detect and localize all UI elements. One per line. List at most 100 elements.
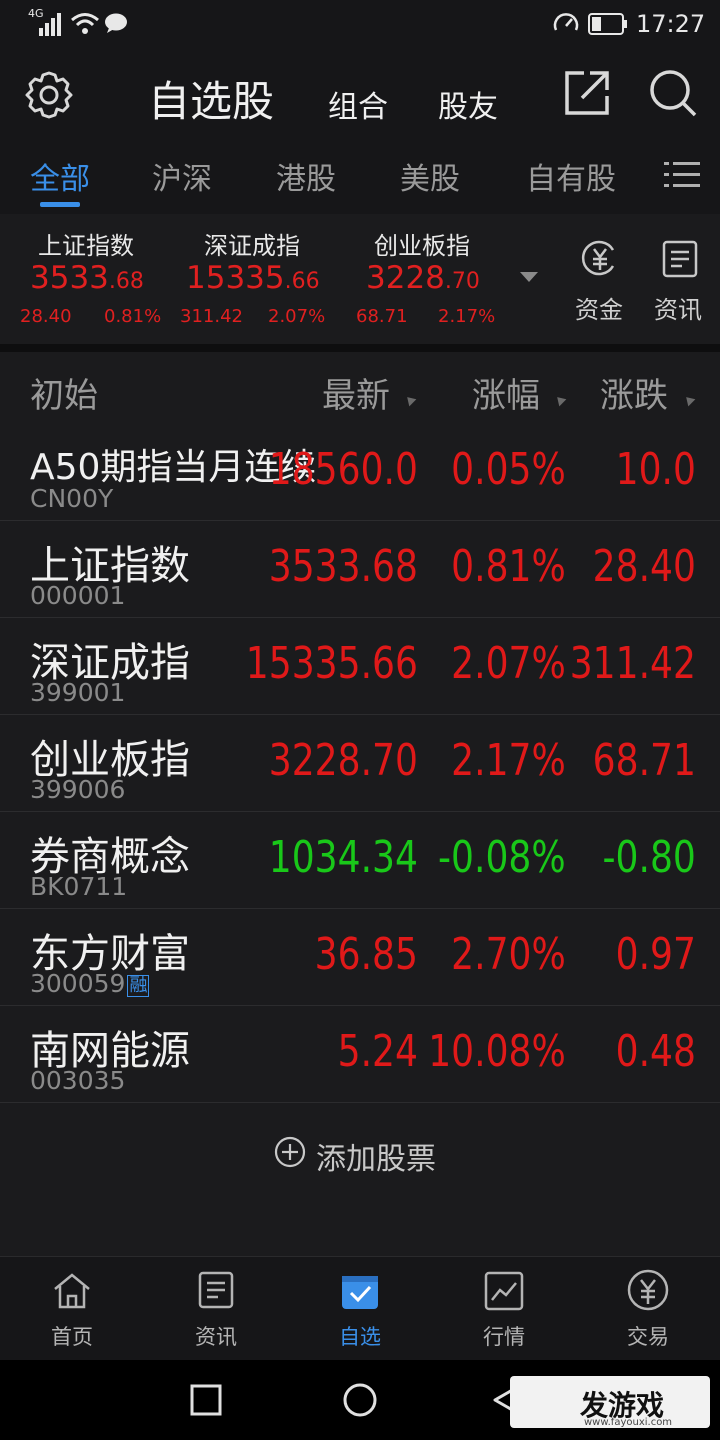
index-value: 15335.66 [186, 260, 320, 296]
sort-change-pct[interactable]: 涨幅 [472, 368, 540, 417]
stock-code: 300059 融 [30, 969, 150, 998]
change-percent: 2.70% [451, 929, 566, 980]
nav-trade[interactable]: 交易 [576, 1257, 720, 1361]
sort-triangle-icon [553, 393, 567, 407]
index-name: 上证指数 [38, 232, 134, 260]
app-header: 自选股 组合 股友 [0, 48, 720, 144]
change-amount: 10.0 [615, 444, 696, 495]
sort-latest[interactable]: 最新 [322, 368, 390, 417]
table-row[interactable]: 东方财富 300059 融 36.85 2.70% 0.97 [0, 909, 720, 1006]
home-icon [52, 1271, 92, 1311]
funds-button[interactable]: 资金 [575, 290, 623, 325]
table-row[interactable]: 上证指数 000001 3533.68 0.81% 28.40 [0, 521, 720, 618]
table-row[interactable]: 南网能源 003035 5.24 10.08% 0.48 [0, 1006, 720, 1103]
friends-tab[interactable]: 股友 [438, 82, 498, 126]
sort-change[interactable]: 涨跌 [600, 368, 668, 417]
latest-price: 3228.70 [268, 735, 418, 786]
latest-price: 5.24 [337, 1026, 418, 1077]
index-percent: 0.81% [104, 306, 162, 327]
add-stock-button[interactable]: 添加股票 [0, 1104, 720, 1200]
index-change: 68.71 [356, 306, 408, 327]
change-amount: 28.40 [592, 541, 696, 592]
page-title[interactable]: 自选股 [148, 68, 274, 129]
table-row[interactable]: 券商概念 BK0711 1034.34 -0.08% -0.80 [0, 812, 720, 909]
divider [0, 344, 720, 352]
recent-apps-icon[interactable] [190, 1384, 222, 1416]
change-percent: 2.07% [451, 638, 566, 689]
plus-circle-icon [274, 1136, 306, 1168]
chart-icon [484, 1271, 524, 1311]
sort-initial[interactable]: 初始 [30, 368, 98, 417]
change-percent: 10.08% [428, 1026, 566, 1077]
change-amount: -0.80 [602, 832, 696, 883]
nav-market[interactable]: 行情 [432, 1257, 576, 1361]
change-amount: 0.48 [615, 1026, 696, 1077]
index-value: 3228.70 [366, 260, 480, 296]
index-change: 28.40 [20, 306, 72, 327]
change-percent: 2.17% [451, 735, 566, 786]
nav-label: 首页 [51, 1325, 93, 1349]
index-value: 3533.68 [30, 260, 144, 296]
change-amount: 311.42 [569, 638, 696, 689]
gear-icon[interactable] [24, 70, 74, 120]
nav-label: 自选 [339, 1325, 381, 1349]
latest-price: 18560.0 [268, 444, 418, 495]
tab-us[interactable]: 美股 [400, 154, 460, 198]
table-row[interactable]: 深证成指 399001 15335.66 2.07% 311.42 [0, 618, 720, 715]
watermark-url: www.fayouxi.com [584, 1417, 673, 1428]
table-row[interactable]: A50期指当月连续 CN00Y 18560.0 0.05% 10.0 [0, 424, 720, 521]
change-amount: 68.71 [592, 735, 696, 786]
latest-price: 3533.68 [268, 541, 418, 592]
table-row[interactable]: 创业板指 399006 3228.70 2.17% 68.71 [0, 715, 720, 812]
share-icon[interactable] [562, 68, 612, 118]
nav-label: 行情 [483, 1325, 525, 1349]
menu-list-icon[interactable] [664, 160, 700, 190]
nav-home[interactable]: 首页 [0, 1257, 144, 1361]
index-card[interactable]: 深证成指 15335.66 311.42 2.07% [172, 214, 342, 344]
tab-hong-kong[interactable]: 港股 [276, 154, 336, 198]
battery-icon [588, 13, 628, 35]
news-button[interactable]: 资讯 [654, 290, 702, 325]
index-card[interactable]: 创业板指 3228.70 68.71 2.17% [344, 214, 514, 344]
nav-news[interactable]: 资讯 [144, 1257, 288, 1361]
change-percent: -0.08% [438, 832, 566, 883]
home-circle-icon[interactable] [342, 1382, 378, 1418]
empty-space [0, 1200, 720, 1256]
nav-watchlist[interactable]: 自选 [288, 1257, 432, 1361]
expand-arrow-icon[interactable] [520, 272, 538, 284]
watchlist-check-icon [340, 1271, 380, 1311]
news-doc-icon[interactable] [662, 240, 698, 278]
margin-badge: 融 [127, 975, 150, 997]
wifi-icon [70, 12, 100, 36]
index-name: 深证成指 [204, 232, 300, 260]
search-icon[interactable] [648, 68, 698, 118]
stock-code: 000001 [30, 581, 126, 610]
stock-code: 399001 [30, 678, 126, 707]
nav-label: 资讯 [195, 1325, 237, 1349]
list-header: 初始 最新 涨幅 涨跌 [0, 352, 720, 425]
yuan-circle-icon[interactable] [580, 238, 620, 278]
index-percent: 2.07% [268, 306, 326, 327]
stock-code: 399006 [30, 775, 126, 804]
change-percent: 0.81% [451, 541, 566, 592]
change-percent: 0.05% [451, 444, 566, 495]
add-stock-label: 添加股票 [316, 1142, 436, 1177]
combo-tab[interactable]: 组合 [328, 82, 388, 126]
tab-own-stocks[interactable]: 自有股 [526, 154, 616, 198]
market-tabs: 全部 沪深 港股 美股 自有股 [0, 144, 720, 215]
index-card[interactable]: 上证指数 3533.68 28.40 0.81% [0, 214, 170, 344]
change-amount: 0.97 [615, 929, 696, 980]
speedometer-icon [552, 10, 580, 38]
index-change: 311.42 [180, 306, 243, 327]
sort-triangle-icon [682, 393, 696, 407]
index-percent: 2.17% [438, 306, 496, 327]
signal-icon [38, 12, 64, 36]
active-tab-indicator [40, 202, 80, 207]
message-icon [104, 12, 128, 34]
clock: 17:27 [636, 10, 706, 38]
index-name: 创业板指 [374, 232, 470, 260]
bottom-nav: 首页 资讯 自选 行情 交易 [0, 1256, 720, 1361]
stock-code: 003035 [30, 1066, 126, 1095]
tab-all[interactable]: 全部 [30, 154, 90, 198]
tab-shanghai-shenzhen[interactable]: 沪深 [152, 154, 212, 198]
